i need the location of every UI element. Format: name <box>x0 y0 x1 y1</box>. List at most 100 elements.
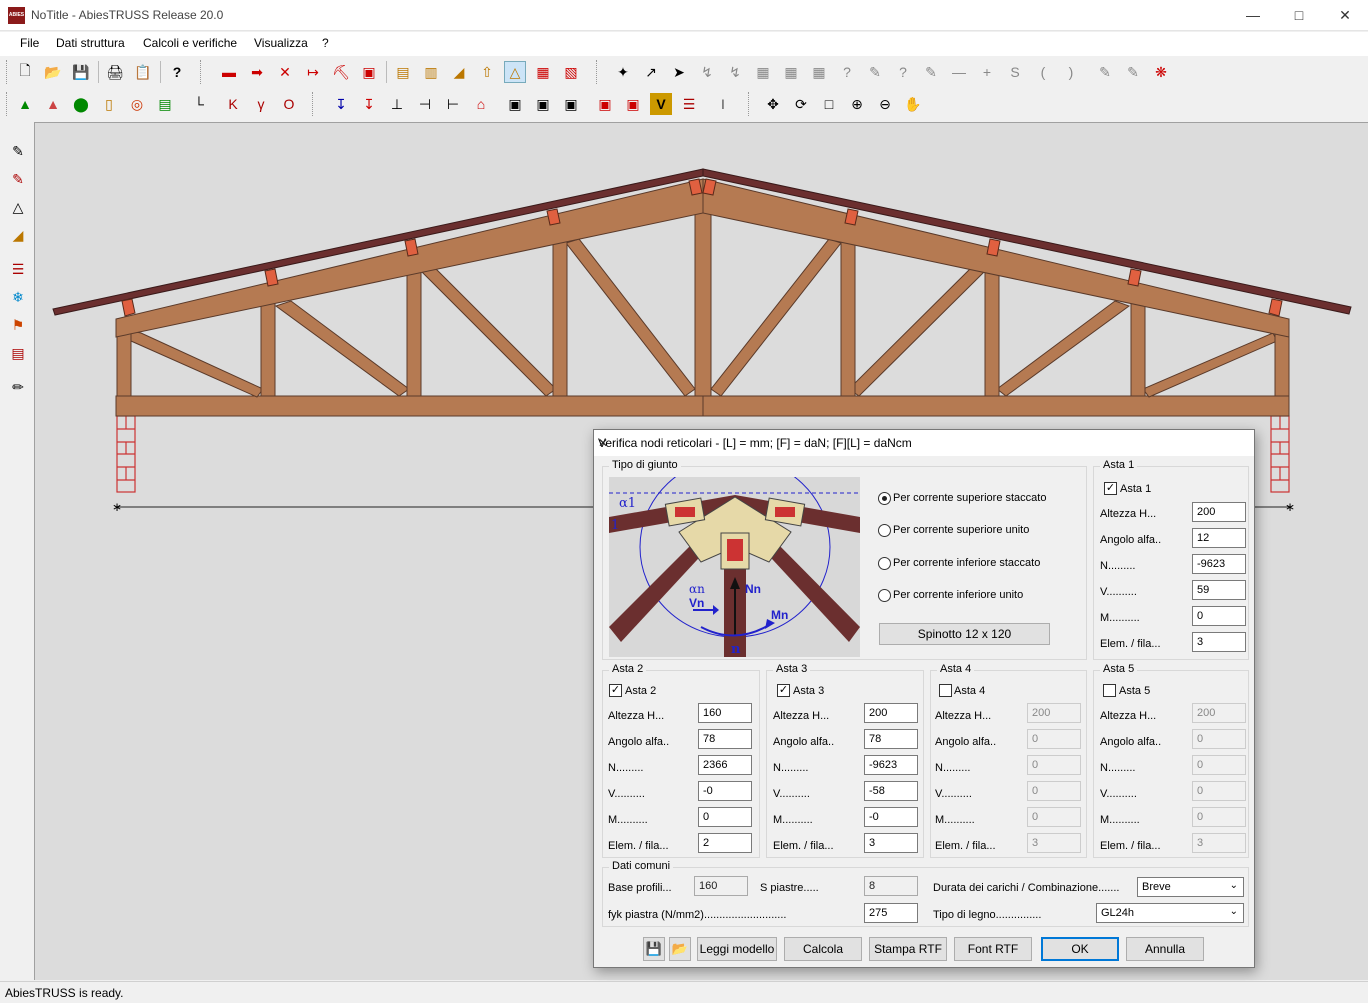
asta-4-checkbox[interactable] <box>939 684 952 697</box>
menu-help[interactable]: ? <box>322 36 329 50</box>
tree-red-icon[interactable]: ▲ <box>42 93 64 115</box>
font-rtf-button[interactable]: Font RTF <box>954 937 1032 961</box>
o-icon[interactable]: O <box>278 93 300 115</box>
minimize-button[interactable]: — <box>1230 0 1276 31</box>
load2-icon[interactable]: ↧ <box>358 93 380 115</box>
panel-icon[interactable]: ▤ <box>392 61 414 83</box>
calc4-icon[interactable]: ▣ <box>594 93 616 115</box>
target-icon[interactable]: ◎ <box>126 93 148 115</box>
bars-icon[interactable]: ☰ <box>678 93 700 115</box>
load3-icon[interactable]: ⊥ <box>386 93 408 115</box>
save-model-button[interactable]: 💾 <box>643 937 665 961</box>
paint-icon[interactable]: ✏ <box>7 376 29 398</box>
brush-icon[interactable]: ✎ <box>7 168 29 190</box>
support2-icon[interactable]: ↯ <box>724 61 746 83</box>
help-icon[interactable]: ? <box>166 61 188 83</box>
wand-icon[interactable]: ✦ <box>612 61 634 83</box>
node-icon[interactable]: ▦ <box>532 61 554 83</box>
asta-3-altezza[interactable]: 200 <box>864 703 918 723</box>
asta-5-altezza[interactable]: 200 <box>1192 703 1246 723</box>
copy-icon[interactable]: 📋 <box>132 61 154 83</box>
delete-beam-icon[interactable]: ✕ <box>274 61 296 83</box>
tree-icon[interactable]: ▲ <box>14 93 36 115</box>
pen-icon[interactable]: ✎ <box>864 61 886 83</box>
slope-icon[interactable]: ◢ <box>7 224 29 246</box>
k-icon[interactable]: K <box>222 93 244 115</box>
table2-icon[interactable]: ▦ <box>780 61 802 83</box>
dialog-close-icon[interactable]: ✕ <box>598 436 1248 450</box>
asta-2-elem[interactable]: 2 <box>698 833 752 853</box>
asta-1-angolo[interactable]: 12 <box>1192 528 1246 548</box>
hatch-icon[interactable]: ▤ <box>7 342 29 364</box>
asta-3-n[interactable]: -9623 <box>864 755 918 775</box>
arrow-box-icon[interactable]: ↗ <box>640 61 662 83</box>
i-beam-icon[interactable]: I <box>712 93 734 115</box>
menu-calcoli[interactable]: Calcoli e verifiche <box>143 36 237 50</box>
tree-round-icon[interactable]: ⬤ <box>70 93 92 115</box>
table3-icon[interactable]: ▦ <box>808 61 830 83</box>
chart-icon[interactable]: ✎ <box>1094 61 1116 83</box>
paren-left-icon[interactable]: ( <box>1032 61 1054 83</box>
asta-4-elem[interactable]: 3 <box>1027 833 1081 853</box>
asta-3-m[interactable]: -0 <box>864 807 918 827</box>
plus-icon[interactable]: + <box>976 61 998 83</box>
durata-select[interactable]: Breve ⌄ <box>1137 877 1244 897</box>
fyk-field[interactable]: 275 <box>864 903 918 923</box>
support-icon[interactable]: ↯ <box>696 61 718 83</box>
asta-1-checkbox[interactable]: ✓ <box>1104 482 1117 495</box>
radio-superiore-unito[interactable] <box>878 524 891 537</box>
s-piastre-field[interactable]: 8 <box>864 876 918 896</box>
zoom-out-icon[interactable]: ⊖ <box>874 93 896 115</box>
asta-5-checkbox[interactable] <box>1103 684 1116 697</box>
table-icon[interactable]: ▦ <box>752 61 774 83</box>
asta-5-m[interactable]: 0 <box>1192 807 1246 827</box>
maximize-button[interactable]: □ <box>1276 0 1322 31</box>
calcola-button[interactable]: Calcola <box>784 937 862 961</box>
open-model-button[interactable]: 📂 <box>669 937 691 961</box>
house-icon[interactable]: ⌂ <box>470 93 492 115</box>
radio-superiore-staccato[interactable] <box>878 492 891 505</box>
ok-button[interactable]: OK <box>1041 937 1119 961</box>
load5-icon[interactable]: ⊢ <box>442 93 464 115</box>
chart-bars-icon[interactable]: ▤ <box>154 93 176 115</box>
base-profili-field[interactable]: 160 <box>694 876 748 896</box>
log-icon[interactable]: ▯ <box>98 93 120 115</box>
s-icon[interactable]: S <box>1004 61 1026 83</box>
asta-2-m[interactable]: 0 <box>698 807 752 827</box>
snow-icon[interactable]: ❄ <box>7 286 29 308</box>
asta-2-altezza[interactable]: 160 <box>698 703 752 723</box>
asta-5-elem[interactable]: 3 <box>1192 833 1246 853</box>
save-icon[interactable]: 💾 <box>70 61 92 83</box>
asta-5-v[interactable]: 0 <box>1192 781 1246 801</box>
load4-icon[interactable]: ⊣ <box>414 93 436 115</box>
calc-icon[interactable]: ▣ <box>504 93 526 115</box>
node2-icon[interactable]: ▧ <box>560 61 582 83</box>
eraser-icon[interactable]: ✎ <box>7 140 29 162</box>
roof-shape-icon[interactable]: △ <box>7 196 29 218</box>
radio-inferiore-staccato[interactable] <box>878 557 891 570</box>
calc5-icon[interactable]: ▣ <box>622 93 644 115</box>
asta-3-elem[interactable]: 3 <box>864 833 918 853</box>
asta-5-angolo[interactable]: 0 <box>1192 729 1246 749</box>
asta-1-n[interactable]: -9623 <box>1192 554 1246 574</box>
paren-right-icon[interactable]: ) <box>1060 61 1082 83</box>
asta-3-v[interactable]: -58 <box>864 781 918 801</box>
chart2-icon[interactable]: ✎ <box>1122 61 1144 83</box>
minus-icon[interactable]: — <box>948 61 970 83</box>
asta-2-angolo[interactable]: 78 <box>698 729 752 749</box>
pen2-icon[interactable]: ✎ <box>920 61 942 83</box>
gamma-icon[interactable]: γ <box>250 93 272 115</box>
asta-4-m[interactable]: 0 <box>1027 807 1081 827</box>
pointer-icon[interactable]: ➤ <box>668 61 690 83</box>
rotate-icon[interactable]: ⟳ <box>790 93 812 115</box>
roof-icon[interactable]: ◢ <box>448 61 470 83</box>
asta-3-checkbox[interactable]: ✓ <box>777 684 790 697</box>
close-button[interactable]: ✕ <box>1322 0 1368 31</box>
leggi-modello-button[interactable]: Leggi modello <box>697 937 777 961</box>
asta-1-v[interactable]: 59 <box>1192 580 1246 600</box>
menu-file[interactable]: File <box>20 36 39 50</box>
calc2-icon[interactable]: ▣ <box>532 93 554 115</box>
stampa-rtf-button[interactable]: Stampa RTF <box>869 937 947 961</box>
spinotto-button[interactable]: Spinotto 12 x 120 <box>879 623 1050 645</box>
load-icon[interactable]: ↧ <box>330 93 352 115</box>
